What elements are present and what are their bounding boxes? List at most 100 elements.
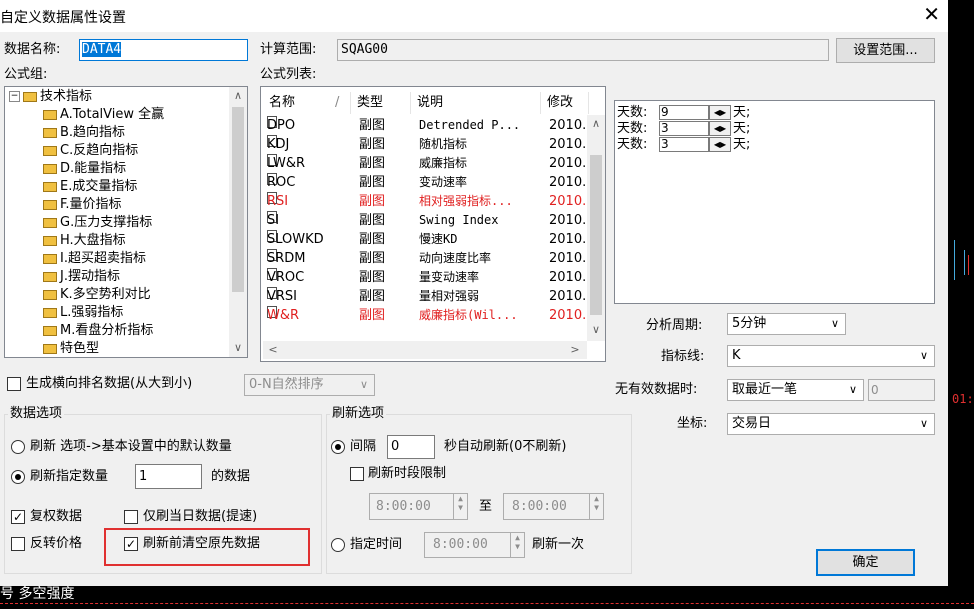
formula-list[interactable]: 名称 / 类型 说明 修改 DPO 副图 Detrended P... 2010. KDJ…: [260, 86, 606, 362]
list-vscrollbar[interactable]: ∧ ∨: [587, 115, 605, 341]
scroll-down-icon[interactable]: ∨: [230, 341, 246, 355]
rank-checkbox[interactable]: [7, 377, 21, 391]
tree-item[interactable]: C.反趋向指标: [43, 142, 138, 160]
folder-icon: [43, 127, 57, 138]
title-bar: 自定义数据属性设置 ✕: [0, 0, 948, 32]
count-input[interactable]: 1: [135, 464, 202, 489]
scroll-left-icon[interactable]: <: [265, 343, 281, 357]
spin-icon[interactable]: ◀▶: [709, 137, 731, 152]
coord-select[interactable]: 交易日 ∨: [727, 413, 935, 435]
table-row[interactable]: VRSI 副图 量相对强弱 2010.: [265, 287, 587, 306]
col-mod[interactable]: 修改: [541, 92, 589, 114]
radio-interval[interactable]: [331, 440, 345, 454]
at-time-suffix: 刷新一次: [532, 537, 585, 552]
row-name-text: SI: [267, 213, 280, 228]
radio-at-time[interactable]: [331, 538, 345, 552]
invalid-select[interactable]: 取最近一笔 ∨: [727, 379, 864, 401]
data-name-input[interactable]: DATA4: [79, 39, 248, 61]
limit-from-input[interactable]: 8:00:00 ▲ ▼: [369, 493, 468, 520]
scroll-down-icon[interactable]: ∨: [588, 323, 604, 337]
data-name-label: 数据名称:: [4, 42, 61, 57]
spin-icon[interactable]: ◀▶: [709, 105, 731, 120]
folder-icon: [43, 181, 57, 192]
limit-checkbox[interactable]: [350, 467, 364, 481]
tree-item[interactable]: 特色型: [43, 340, 99, 357]
tree-item[interactable]: H.大盘指标: [43, 232, 126, 250]
table-row[interactable]: SI 副图 Swing Index 2010.: [265, 211, 587, 230]
row-name-text: VRSI: [267, 289, 298, 304]
tree-item[interactable]: G.压力支撑指标: [43, 214, 152, 232]
scroll-up-icon[interactable]: ∧: [230, 89, 246, 103]
tree-item[interactable]: E.成交量指标: [43, 178, 137, 196]
tree-scrollbar[interactable]: ∧ ∨: [229, 87, 247, 357]
set-range-button[interactable]: 设置范围...: [836, 38, 935, 63]
row-name-text: DPO: [267, 118, 296, 133]
chart-time-label: 01:: [952, 392, 974, 406]
limit-to-input[interactable]: 8:00:00 ▲ ▼: [503, 493, 604, 520]
ok-button[interactable]: 确定: [816, 549, 915, 576]
spin-icon[interactable]: ◀▶: [709, 121, 731, 136]
table-row[interactable]: VROC 副图 量变动速率 2010.: [265, 268, 587, 287]
range-input[interactable]: SQAG00: [337, 39, 829, 61]
tree-item[interactable]: K.多空势利对比: [43, 286, 151, 304]
indicator-select[interactable]: K ∨: [727, 345, 935, 367]
today-only-checkbox[interactable]: [124, 510, 138, 524]
tree-item[interactable]: I.超买超卖指标: [43, 250, 146, 268]
scroll-right-icon[interactable]: >: [567, 343, 583, 357]
table-row[interactable]: ROC 副图 变动速率 2010.: [265, 173, 587, 192]
scroll-up-icon[interactable]: ∧: [588, 117, 604, 131]
tree-item[interactable]: D.能量指标: [43, 160, 126, 178]
at-time-input[interactable]: 8:00:00 ▲ ▼: [424, 532, 525, 558]
tree-item-label: G.压力支撑指标: [60, 215, 153, 230]
collapse-icon[interactable]: −: [9, 91, 20, 102]
rank-select[interactable]: 0-N自然排序 ∨: [244, 374, 375, 396]
radio-default-count[interactable]: [11, 440, 25, 454]
invalid-label: 无有效数据时:: [615, 382, 698, 397]
tree-item[interactable]: M.看盘分析指标: [43, 322, 153, 340]
interval-input[interactable]: 0: [387, 435, 435, 459]
spin-icon[interactable]: ▲ ▼: [453, 494, 467, 519]
list-hscrollbar[interactable]: < >: [263, 341, 587, 359]
scroll-thumb[interactable]: [232, 107, 244, 292]
table-row[interactable]: LW&R 副图 威廉指标 2010.: [265, 154, 587, 173]
tree-item-label: F.量价指标: [60, 197, 122, 212]
row-mod: 2010.: [549, 308, 587, 323]
fq-checkbox[interactable]: ✓: [11, 510, 25, 524]
tree-item[interactable]: F.量价指标: [43, 196, 122, 214]
param-input[interactable]: 9: [659, 105, 709, 120]
row-mod: 2010.: [549, 270, 587, 285]
table-row[interactable]: DPO 副图 Detrended P... 2010.: [265, 116, 587, 135]
tree-root[interactable]: − 技术指标: [9, 88, 92, 106]
close-icon[interactable]: ✕: [923, 3, 940, 25]
folder-icon: [43, 235, 57, 246]
param-input[interactable]: 3: [659, 121, 709, 136]
col-desc[interactable]: 说明: [411, 92, 541, 114]
formula-group-tree[interactable]: − 技术指标 A.TotalView 全赢 B.趋向指标 C.反趋向指标 D.能量指标 E…: [4, 86, 248, 358]
tree-item-label: K.多空势利对比: [60, 287, 151, 302]
invalid-number-input[interactable]: 0: [868, 379, 935, 401]
tree-item[interactable]: A.TotalView 全赢: [43, 106, 164, 124]
table-row[interactable]: W&R 副图 威廉指标(Wil... 2010.: [265, 306, 587, 325]
table-row[interactable]: RSI 副图 相对强弱指标... 2010.: [265, 192, 587, 211]
table-row[interactable]: KDJ 副图 随机指标 2010.: [265, 135, 587, 154]
spin-icon[interactable]: ▲ ▼: [510, 533, 524, 557]
rank-select-value: 0-N自然排序: [249, 377, 324, 392]
folder-icon: [43, 307, 57, 318]
tree-item[interactable]: J.摆动指标: [43, 268, 120, 286]
spin-icon[interactable]: ▲ ▼: [589, 494, 603, 519]
folder-icon: [43, 145, 57, 156]
table-row[interactable]: SLOWKD 副图 慢速KD 2010.: [265, 230, 587, 249]
row-type: 副图: [359, 308, 386, 323]
tree-item-label: C.反趋向指标: [60, 143, 139, 158]
folder-icon: [23, 91, 37, 102]
tree-item[interactable]: L.强弱指标: [43, 304, 123, 322]
tree-item[interactable]: B.趋向指标: [43, 124, 125, 142]
col-name[interactable]: 名称 /: [263, 92, 351, 114]
table-row[interactable]: SRDM 副图 动向速度比率 2010.: [265, 249, 587, 268]
reverse-checkbox[interactable]: [11, 537, 25, 551]
param-input[interactable]: 3: [659, 137, 709, 152]
period-select[interactable]: 5分钟 ∨: [727, 313, 846, 335]
radio-specified-count[interactable]: [11, 470, 25, 484]
scroll-thumb[interactable]: [590, 155, 602, 315]
col-type[interactable]: 类型: [351, 92, 411, 114]
